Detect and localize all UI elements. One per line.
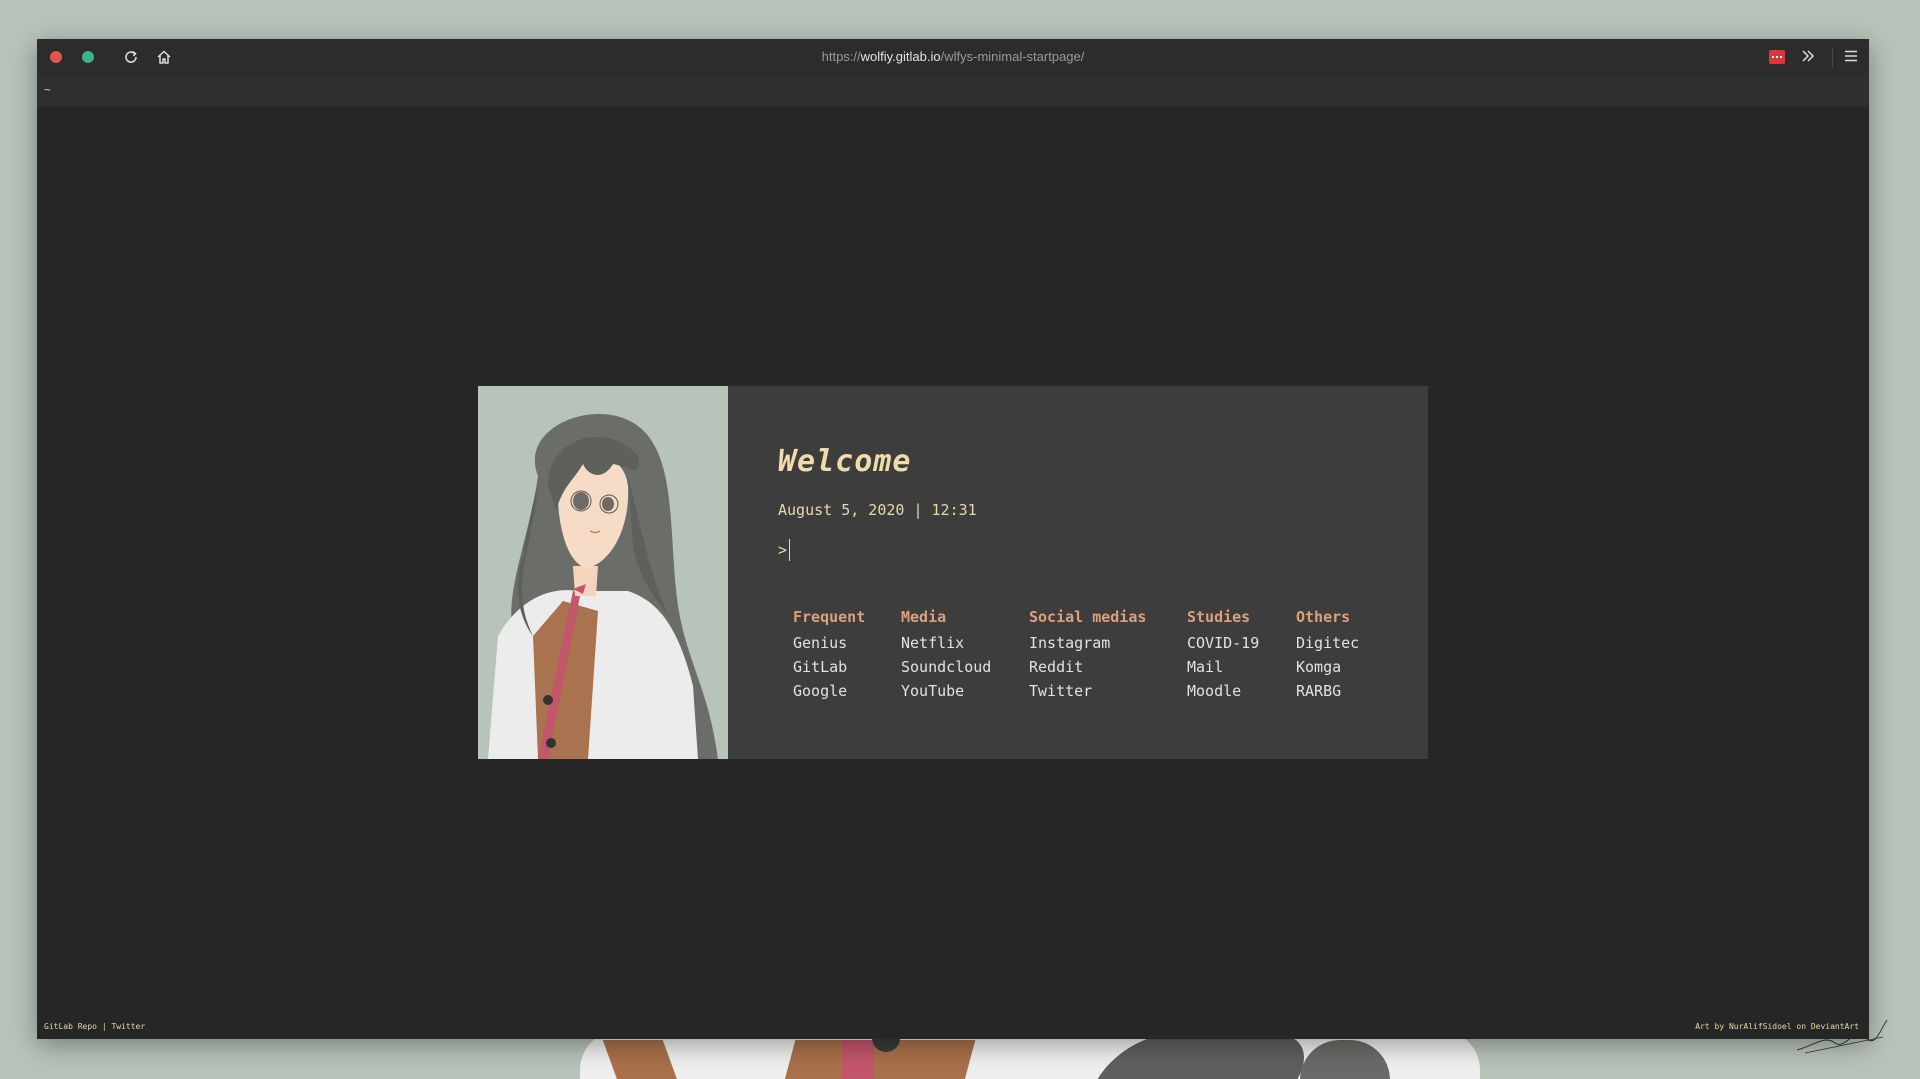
wallpaper-tie [842, 1040, 874, 1079]
url-scheme: https:// [821, 49, 861, 64]
link-netflix[interactable]: Netflix [901, 631, 999, 655]
link-digitec[interactable]: Digitec [1296, 631, 1359, 655]
link-mail[interactable]: Mail [1187, 655, 1266, 679]
tab-title[interactable]: ~ [44, 83, 51, 96]
prompt-symbol: > [778, 541, 788, 559]
overflow-chevron-icon[interactable] [1799, 47, 1817, 69]
title-bar: https://wolfiy.gitlab.io/wlfys-minimal-s… [37, 39, 1869, 75]
link-genius[interactable]: Genius [793, 631, 871, 655]
hamburger-menu-icon[interactable] [1843, 48, 1859, 68]
column-heading: Others [1296, 608, 1351, 626]
url-host: wolfiy.gitlab.io [860, 49, 941, 64]
browser-window: https://wolfiy.gitlab.io/wlfys-minimal-s… [37, 39, 1869, 1039]
extension-icon[interactable] [1769, 50, 1785, 64]
column-heading: Social medias [1029, 608, 1147, 626]
link-komga[interactable]: Komga [1296, 655, 1359, 679]
link-google[interactable]: Google [793, 679, 871, 703]
footer-separator: | [101, 1022, 107, 1031]
link-column-frequent: Frequent Genius GitLab Google [793, 608, 871, 703]
page-content: Welcome August 5, 2020 | 12:31 > Frequen… [37, 107, 1869, 1039]
column-heading: Studies [1187, 608, 1251, 626]
column-heading: Media [901, 608, 947, 626]
startpage-panel: Welcome August 5, 2020 | 12:31 > Frequen… [728, 386, 1428, 759]
link-column-media: Media Netflix Soundcloud YouTube [901, 608, 999, 703]
link-column-studies: Studies COVID-19 Mail Moodle [1187, 608, 1266, 703]
twitter-link[interactable]: Twitter [111, 1022, 145, 1031]
link-column-others: Others Digitec Komga RARBG [1296, 608, 1359, 703]
toolbar-divider [1832, 47, 1833, 67]
gitlab-repo-link[interactable]: GitLab Repo [44, 1022, 97, 1031]
column-heading: Frequent [793, 608, 866, 626]
link-columns: Frequent Genius GitLab Google Media Netf… [793, 608, 1389, 703]
art-credit-link[interactable]: Art by NurAlifSidoel on DeviantArt [1695, 1022, 1859, 1031]
date-time-display: August 5, 2020 | 12:31 [778, 501, 977, 519]
link-moodle[interactable]: Moodle [1187, 679, 1266, 703]
text-caret [789, 539, 791, 561]
link-soundcloud[interactable]: Soundcloud [901, 655, 999, 679]
url-bar[interactable]: https://wolfiy.gitlab.io/wlfys-minimal-s… [37, 49, 1869, 64]
url-path: /wlfys-minimal-startpage/ [940, 49, 1085, 64]
link-twitter[interactable]: Twitter [1029, 679, 1157, 703]
link-youtube[interactable]: YouTube [901, 679, 999, 703]
link-covid-19[interactable]: COVID-19 [1187, 631, 1266, 655]
link-gitlab[interactable]: GitLab [793, 655, 871, 679]
anime-character-image [478, 386, 728, 759]
link-column-social-medias: Social medias Instagram Reddit Twitter [1029, 608, 1157, 703]
welcome-heading: Welcome [778, 444, 912, 479]
footer-links: GitLab Repo | Twitter [44, 1022, 145, 1031]
tab-bar: ~ [37, 75, 1869, 107]
link-reddit[interactable]: Reddit [1029, 655, 1157, 679]
link-instagram[interactable]: Instagram [1029, 631, 1157, 655]
search-prompt[interactable]: > [778, 539, 1428, 561]
startpage-card: Welcome August 5, 2020 | 12:31 > Frequen… [478, 386, 1428, 759]
link-rarbg[interactable]: RARBG [1296, 679, 1359, 703]
